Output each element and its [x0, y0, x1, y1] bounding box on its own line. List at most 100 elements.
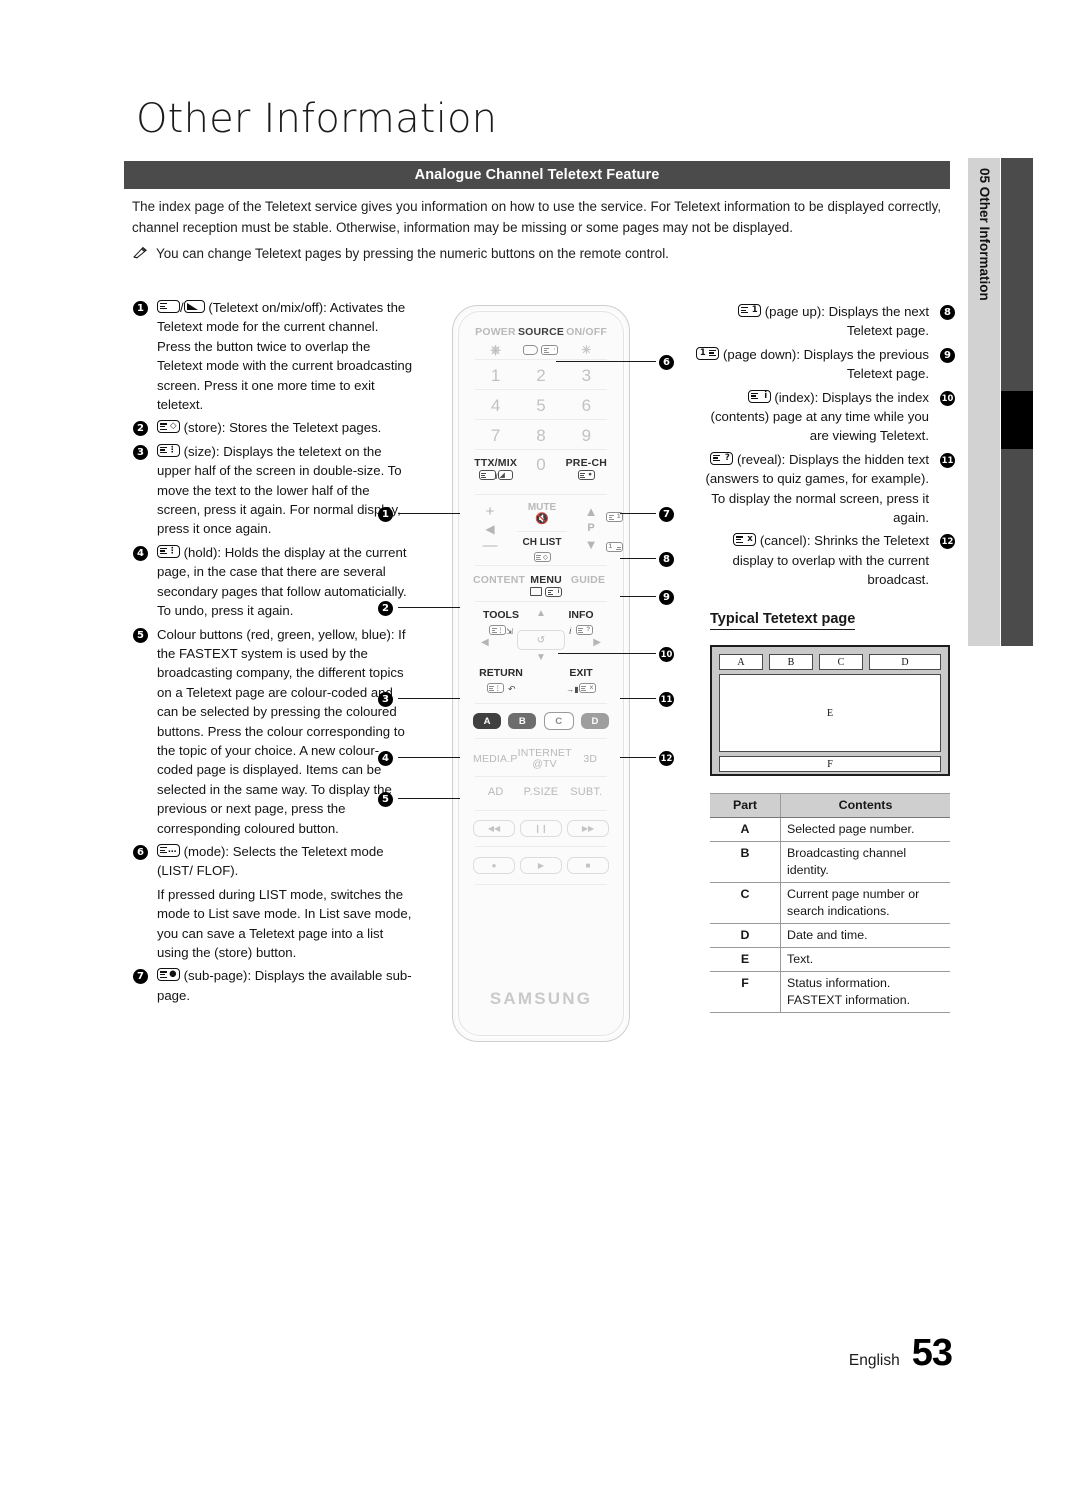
teletext-mode-icon: …: [157, 843, 180, 857]
cell-contents: Date and time.: [780, 923, 950, 948]
item-body: ? (reveal): Displays the hidden text (an…: [690, 450, 929, 528]
fastforward-icon[interactable]: ▶▶: [567, 820, 609, 837]
teletext-size-icon: ⋮: [157, 443, 180, 457]
table-row: F Status information. FASTEXT informatio…: [710, 971, 950, 1013]
remote-key-mute: MUTE: [527, 502, 557, 513]
remote-colour-buttons: A B C D: [473, 712, 609, 730]
remote-row-power-icons: ⎈ · ☀: [473, 342, 609, 358]
callout-line-9: [620, 596, 656, 597]
exit-icons: →▮ x: [553, 679, 609, 697]
remote-key-9: 9: [581, 426, 592, 445]
item-bullet: 9: [929, 345, 955, 384]
item-bullet: 10: [929, 388, 955, 446]
remote-key-5: 5: [536, 396, 546, 415]
list-item: 8 1 (page up): Displays the next Teletex…: [690, 302, 955, 341]
remote-key-0: 0: [536, 455, 546, 474]
callout-number-12: 12: [659, 749, 674, 767]
callout-number-5: 5: [378, 790, 393, 808]
list-item-continuation: If pressed during LIST mode, switches th…: [133, 885, 415, 963]
callout-number-9: 9: [659, 588, 674, 606]
item-body: Colour buttons (red, green, yellow, blue…: [157, 626, 406, 836]
remote-row-456: 4 5 6: [473, 396, 609, 416]
callout-line-3: [398, 698, 460, 699]
item-body: 1 (page down): Displays the previous Tel…: [690, 345, 929, 384]
list-item: 3 ⋮ (size): Displays the teletext on the…: [133, 442, 415, 539]
callout-number-1: 1: [378, 505, 393, 523]
divider: [475, 810, 607, 811]
item-body: ● (sub-page): Displays the available sub…: [157, 966, 415, 1005]
table-row: B Broadcasting channel identity.: [710, 841, 950, 883]
chapter-side-tab: 05 Other Information: [968, 158, 1000, 646]
colour-button-d[interactable]: D: [580, 713, 609, 729]
remote-key-psize: P.SIZE: [523, 786, 559, 798]
teletext-mode-key-icon: ·: [541, 345, 559, 355]
divider: [475, 359, 607, 360]
cell-contents: Status information. FASTEXT information.: [780, 971, 950, 1013]
remote-key-onoff: ON/OFF: [566, 326, 607, 338]
item-bullet: 4: [133, 543, 157, 621]
page-title: Other Information: [136, 96, 498, 142]
remote-row-media: MEDIA.P INTERNET @TV 3D: [473, 748, 609, 770]
pause-icon[interactable]: ❙❙: [520, 820, 562, 837]
remote-body: POWER SOURCE ON/OFF ⎈ · ☀ 1 2 3 4 5 6 7 …: [458, 311, 624, 1036]
section-header-bar: Analogue Channel Teletext Feature: [124, 161, 950, 189]
right-description-column: 8 1 (page up): Displays the next Teletex…: [690, 302, 955, 594]
divider: [475, 776, 607, 777]
item-body: ⋮ (size): Displays the teletext on the u…: [157, 442, 415, 539]
list-item: 1 / (Teletext on/mix/off): Activates the…: [133, 298, 415, 414]
note-text: You can change Teletext pages by pressin…: [156, 246, 669, 261]
play-icon[interactable]: ▶: [520, 857, 562, 874]
teletext-subpage-icon: ●: [157, 968, 180, 982]
pagedown-key-icon: 1: [606, 538, 623, 556]
record-icon[interactable]: ●: [473, 857, 515, 874]
left-description-column: 1 / (Teletext on/mix/off): Activates the…: [133, 298, 415, 1009]
item-text: (store): Stores the Teletext pages.: [180, 420, 382, 436]
teletext-onoff-icon: [157, 300, 180, 313]
remote-key-8: 8: [536, 426, 546, 445]
typical-teletext-title: Typical Tetetext page: [710, 611, 856, 630]
callout-number-3: 3: [378, 690, 393, 708]
cell-contents: Text.: [780, 947, 950, 972]
typical-teletext-diagram: A B C D E F: [710, 645, 950, 776]
callout-number-10: 10: [659, 645, 674, 663]
lightbulb-icon: ☀: [580, 343, 592, 357]
nav-right-icon: ▶: [593, 637, 601, 648]
volume-icon: ◀: [485, 522, 495, 536]
diagram-cell-c: C: [819, 654, 863, 670]
item-text: (size): Displays the teletext on the upp…: [157, 443, 402, 537]
pageup-key-icon: 1: [606, 508, 623, 526]
item-text: (page up): Displays the next Teletext pa…: [761, 304, 929, 339]
volume-minus-icon: —: [482, 537, 498, 554]
cell-contents: Selected page number.: [780, 817, 950, 842]
column-header-contents: Contents: [780, 793, 950, 818]
remote-row-ttx: TTX/MIX / ◢ 0 PRE-CH ●: [473, 455, 609, 482]
table-row: D Date and time.: [710, 923, 950, 948]
remote-key-exit: EXIT →▮ x: [553, 667, 609, 697]
callout-number-7: 7: [659, 505, 674, 523]
item-bullet: 7: [133, 966, 157, 1005]
menu-icons: i: [525, 587, 567, 599]
subpage-key-icon: ●: [564, 470, 609, 482]
remote-key-3: 3: [581, 366, 592, 385]
return-icons: ⋮ ↶: [473, 679, 529, 697]
callout-line-5: [398, 798, 460, 799]
item-body: ⋮ (hold): Holds the display at the curre…: [157, 543, 415, 621]
rewind-icon[interactable]: ◀◀: [473, 820, 515, 837]
list-item: 9 1 (page down): Displays the previous T…: [690, 345, 955, 384]
callout-line-10: [558, 653, 656, 654]
cell-part: D: [710, 923, 781, 948]
column-header-part: Part: [710, 793, 781, 818]
colour-button-a[interactable]: A: [473, 713, 501, 729]
divider: [475, 389, 607, 390]
list-item: 2 ◇ (store): Stores the Teletext pages.: [133, 418, 415, 437]
list-item: 11 ? (reveal): Displays the hidden text …: [690, 450, 955, 528]
colour-button-b[interactable]: B: [508, 713, 537, 729]
remote-key-4: 4: [490, 396, 501, 415]
stop-icon[interactable]: ■: [567, 857, 609, 874]
intro-paragraph: The index page of the Teletext service g…: [132, 199, 942, 235]
item-text: (hold): Holds the display at the current…: [157, 544, 407, 619]
colour-button-c[interactable]: C: [543, 712, 574, 730]
remote-key-ttxmix: TTX/MIX / ◢: [474, 457, 518, 481]
cell-part: F: [710, 971, 781, 1013]
remote-key-1: 1: [490, 366, 501, 385]
